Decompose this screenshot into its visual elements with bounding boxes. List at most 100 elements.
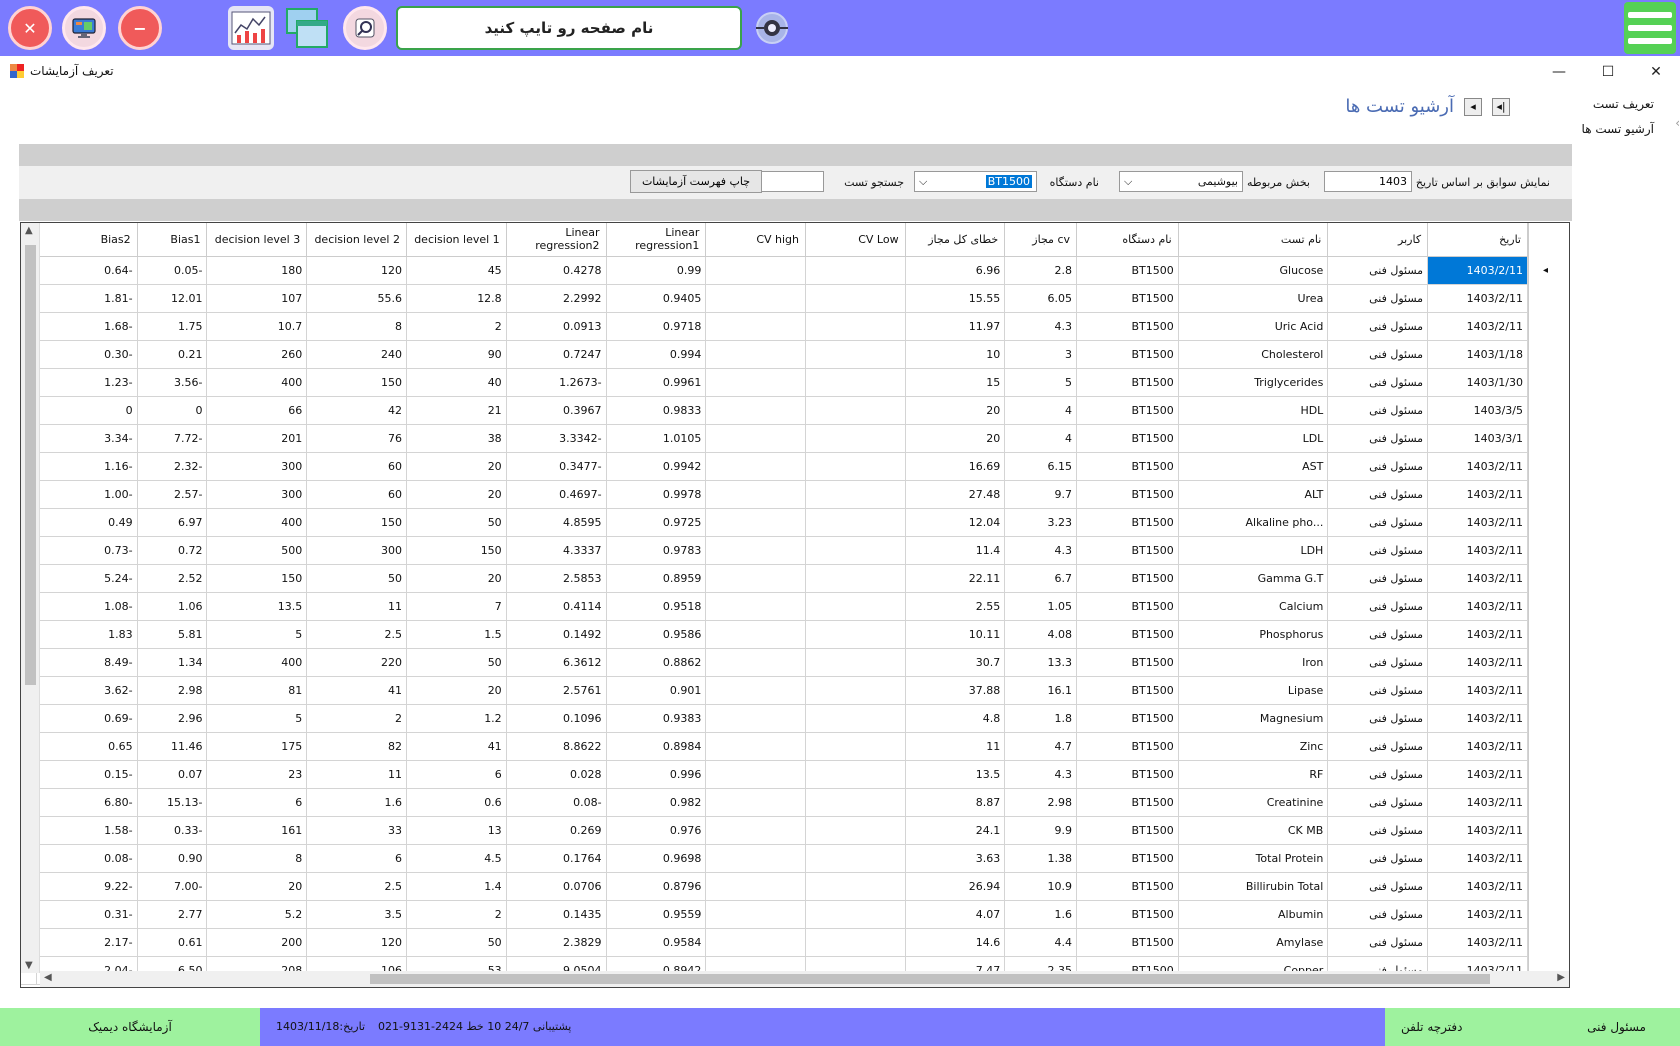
table-cell[interactable]: 5 — [206, 620, 308, 649]
column-header[interactable]: Bias2 — [36, 223, 138, 257]
table-cell[interactable]: 11.97 — [905, 312, 1006, 341]
table-cell[interactable]: BT1500 — [1076, 760, 1179, 789]
table-cell[interactable]: 37.88 — [905, 676, 1006, 705]
table-cell[interactable]: 0.8862 — [606, 648, 707, 677]
table-cell[interactable]: 20 — [905, 424, 1006, 453]
maximize-button[interactable]: ☐ — [1586, 60, 1630, 84]
table-cell[interactable]: 12.04 — [905, 508, 1006, 537]
table-cell[interactable]: 6 — [206, 788, 308, 817]
table-cell[interactable]: AST — [1178, 452, 1329, 481]
table-cell[interactable] — [805, 844, 906, 873]
table-cell[interactable]: 2.5853 — [506, 564, 607, 593]
table-cell[interactable] — [805, 928, 906, 957]
table-cell[interactable]: 11 — [306, 592, 407, 621]
table-row[interactable]: -6.80-15.13-61.60.60.08-0.9828.872.98BT1… — [21, 788, 1528, 817]
chart-icon[interactable] — [228, 6, 274, 50]
table-cell[interactable]: 0.9405 — [606, 284, 707, 313]
table-cell[interactable]: 6 — [306, 844, 407, 873]
table-cell[interactable] — [805, 620, 906, 649]
table-cell[interactable]: 38 — [406, 424, 507, 453]
table-cell[interactable]: 400 — [206, 368, 308, 397]
table-cell[interactable]: 400 — [206, 508, 308, 537]
table-cell[interactable]: 500 — [206, 536, 308, 565]
table-cell[interactable] — [805, 592, 906, 621]
table-cell[interactable]: 120 — [306, 256, 407, 285]
table-cell[interactable]: Cholesterol — [1178, 340, 1329, 369]
table-cell[interactable]: 13.3 — [1004, 648, 1078, 677]
table-cell[interactable]: 1403/2/11 — [1427, 480, 1528, 509]
table-cell[interactable]: 0.07 — [137, 760, 208, 789]
table-cell[interactable]: 150 — [306, 368, 407, 397]
table-cell[interactable]: 300 — [306, 536, 407, 565]
table-row[interactable]: -0.73-0.725003001504.33370.978311.44.3BT… — [21, 536, 1528, 565]
table-cell[interactable]: 220 — [306, 648, 407, 677]
table-cell[interactable] — [805, 396, 906, 425]
table-cell[interactable]: 0.4114 — [506, 592, 607, 621]
table-cell[interactable]: 0.901 — [606, 676, 707, 705]
table-cell[interactable] — [705, 872, 807, 901]
table-cell[interactable]: مسئول فنی — [1327, 256, 1429, 285]
table-cell[interactable]: 0.9942 — [606, 452, 707, 481]
table-cell[interactable]: 1.4 — [406, 872, 507, 901]
scroll-left-icon[interactable]: ◀ — [44, 972, 52, 983]
table-cell[interactable]: 8 — [206, 844, 308, 873]
table-cell[interactable]: Magnesium — [1178, 704, 1329, 733]
table-cell[interactable]: 1403/1/30 — [1427, 368, 1528, 397]
table-cell[interactable]: مسئول فنی — [1327, 480, 1429, 509]
table-cell[interactable]: 1.6 — [306, 788, 407, 817]
table-cell[interactable]: 1403/2/11 — [1427, 592, 1528, 621]
table-cell[interactable]: 2.8 — [1004, 256, 1078, 285]
table-cell[interactable]: 0.33- — [137, 816, 208, 845]
table-cell[interactable]: 3.23 — [1004, 508, 1078, 537]
table-cell[interactable]: 0 — [137, 396, 208, 425]
menu-icon[interactable] — [1624, 2, 1676, 54]
table-cell[interactable]: 6.97 — [137, 508, 208, 537]
table-cell[interactable]: 2 — [406, 900, 507, 929]
table-cell[interactable] — [705, 592, 807, 621]
phonebook-link[interactable]: دفترچه تلفن — [1401, 1020, 1463, 1034]
table-cell[interactable]: 2.57- — [137, 480, 208, 509]
table-cell[interactable]: 11 — [905, 732, 1006, 761]
table-cell[interactable]: ALT — [1178, 480, 1329, 509]
table-cell[interactable]: 26.94 — [905, 872, 1006, 901]
table-cell[interactable]: 1403/2/11 — [1427, 508, 1528, 537]
table-cell[interactable]: 23 — [206, 760, 308, 789]
table-cell[interactable]: 1403/3/5 — [1427, 396, 1528, 425]
table-cell[interactable]: 3.3342- — [506, 424, 607, 453]
table-cell[interactable]: 0.996 — [606, 760, 707, 789]
table-row[interactable]: -8.49-1.34400220506.36120.886230.713.3BT… — [21, 648, 1528, 677]
table-cell[interactable] — [805, 872, 906, 901]
table-cell[interactable] — [705, 452, 807, 481]
table-cell[interactable]: 13 — [406, 816, 507, 845]
table-cell[interactable]: 0.30- — [36, 340, 138, 369]
table-cell[interactable]: مسئول فنی — [1327, 900, 1429, 929]
table-cell[interactable]: 27.48 — [905, 480, 1006, 509]
table-cell[interactable]: 300 — [206, 480, 308, 509]
table-cell[interactable]: 201 — [206, 424, 308, 453]
table-cell[interactable]: BT1500 — [1076, 788, 1179, 817]
table-cell[interactable]: 3.5 — [306, 900, 407, 929]
nav-link-test-definition[interactable]: تعریف تست — [1582, 92, 1654, 117]
table-row[interactable]: 0006642210.39670.9833204BT1500HDLمسئول ف… — [21, 396, 1528, 425]
table-cell[interactable]: 0.4278 — [506, 256, 607, 285]
table-cell[interactable] — [705, 816, 807, 845]
table-cell[interactable]: مسئول فنی — [1327, 732, 1429, 761]
prev-page-icon[interactable]: ◂ — [1464, 97, 1482, 116]
table-cell[interactable]: 2.96 — [137, 704, 208, 733]
table-cell[interactable]: 9.22- — [36, 872, 138, 901]
table-cell[interactable] — [705, 536, 807, 565]
page-search-input[interactable]: نام صفحه رو تایپ کنید — [396, 6, 742, 50]
table-cell[interactable]: 76 — [306, 424, 407, 453]
column-header[interactable]: CV high — [705, 223, 807, 257]
table-cell[interactable] — [805, 676, 906, 705]
column-header[interactable]: Bias1 — [137, 223, 208, 257]
table-cell[interactable]: 7.72- — [137, 424, 208, 453]
table-cell[interactable]: Phosphorus — [1178, 620, 1329, 649]
table-cell[interactable] — [805, 536, 906, 565]
table-cell[interactable]: 50 — [406, 648, 507, 677]
table-cell[interactable]: 5.24- — [36, 564, 138, 593]
section-select[interactable]: ⌵ بیوشیمی — [1119, 171, 1243, 192]
table-row[interactable]: -1.58-0.33-16133130.2690.97624.19.9BT150… — [21, 816, 1528, 845]
table-cell[interactable]: 1403/2/11 — [1427, 648, 1528, 677]
back-icon[interactable] — [752, 8, 792, 48]
